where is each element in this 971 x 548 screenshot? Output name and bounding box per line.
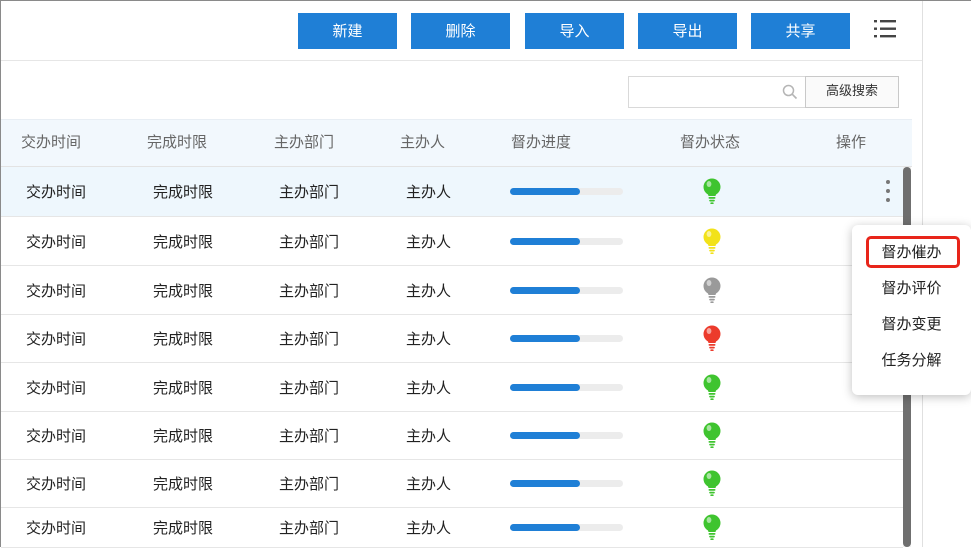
cell-assign-time: 交办时间	[26, 330, 87, 348]
cell-assign-time: 交办时间	[26, 183, 87, 201]
table-row[interactable]: 交办时间 完成时限 主办部门 主办人	[1, 412, 903, 460]
status-bulb-icon	[703, 374, 721, 400]
table-row[interactable]: 交办时间 完成时限 主办部门 主办人	[1, 167, 903, 217]
cell-owner: 主办人	[406, 475, 452, 493]
progress-fill	[510, 384, 581, 391]
header-department[interactable]: 主办部门	[274, 120, 334, 168]
app-window: 新建 删除 导入 导出 共享 高级搜索 交办时间 完成时限 主办部门 主办人 督…	[0, 0, 971, 548]
table-row[interactable]: 交办时间 完成时限 主办部门 主办人	[1, 363, 903, 412]
cell-deadline: 完成时限	[153, 282, 214, 300]
cell-department: 主办部门	[279, 427, 340, 445]
search-field	[628, 76, 806, 108]
progress-fill	[510, 188, 581, 195]
cell-department: 主办部门	[279, 330, 340, 348]
menu-item-urge[interactable]: 督办催办	[852, 236, 971, 268]
cell-department: 主办部门	[279, 282, 340, 300]
progress-fill	[510, 287, 581, 294]
cell-department: 主办部门	[279, 183, 340, 201]
cell-deadline: 完成时限	[153, 379, 214, 397]
progress-bar	[510, 188, 623, 195]
progress-bar	[510, 384, 623, 391]
header-progress[interactable]: 督办进度	[511, 120, 571, 168]
export-button[interactable]: 导出	[638, 13, 737, 49]
cell-owner: 主办人	[406, 519, 452, 537]
cell-owner: 主办人	[406, 379, 452, 397]
cell-assign-time: 交办时间	[26, 519, 87, 537]
delete-button[interactable]: 删除	[411, 13, 510, 49]
status-bulb-icon	[703, 514, 721, 540]
new-button[interactable]: 新建	[298, 13, 397, 49]
more-actions-icon[interactable]	[884, 179, 892, 203]
progress-fill	[510, 238, 581, 245]
cell-assign-time: 交办时间	[26, 282, 87, 300]
table-row[interactable]: 交办时间 完成时限 主办部门 主办人	[1, 266, 903, 315]
status-bulb-icon	[703, 325, 721, 351]
advanced-search-button[interactable]: 高级搜索	[805, 76, 899, 108]
table-header: 交办时间 完成时限 主办部门 主办人 督办进度 督办状态 操作	[1, 119, 912, 167]
cell-department: 主办部门	[279, 475, 340, 493]
main-panel: 新建 删除 导入 导出 共享 高级搜索 交办时间 完成时限 主办部门 主办人 督…	[1, 1, 922, 548]
cell-assign-time: 交办时间	[26, 427, 87, 445]
status-bulb-icon	[703, 422, 721, 448]
header-status[interactable]: 督办状态	[680, 120, 740, 168]
cell-owner: 主办人	[406, 330, 452, 348]
cell-deadline: 完成时限	[153, 183, 214, 201]
cell-deadline: 完成时限	[153, 233, 214, 251]
cell-department: 主办部门	[279, 233, 340, 251]
share-button[interactable]: 共享	[751, 13, 850, 49]
cell-deadline: 完成时限	[153, 427, 214, 445]
table-row[interactable]: 交办时间 完成时限 主办部门 主办人	[1, 315, 903, 363]
status-bulb-icon	[703, 470, 721, 496]
import-button[interactable]: 导入	[525, 13, 624, 49]
cell-owner: 主办人	[406, 427, 452, 445]
menu-item-decompose[interactable]: 任务分解	[852, 344, 971, 376]
header-deadline[interactable]: 完成时限	[147, 120, 207, 168]
action-menu: 督办催办 督办评价 督办变更 任务分解	[852, 225, 971, 395]
cell-owner: 主办人	[406, 233, 452, 251]
progress-bar	[510, 432, 623, 439]
cell-deadline: 完成时限	[153, 330, 214, 348]
cell-owner: 主办人	[406, 282, 452, 300]
cell-deadline: 完成时限	[153, 519, 214, 537]
cell-deadline: 完成时限	[153, 475, 214, 493]
status-bulb-icon	[703, 277, 721, 303]
menu-item-evaluate[interactable]: 督办评价	[852, 272, 971, 304]
cell-assign-time: 交办时间	[26, 475, 87, 493]
search-bar: 高级搜索	[1, 62, 922, 119]
table-row[interactable]: 交办时间 完成时限 主办部门 主办人	[1, 460, 903, 508]
cell-department: 主办部门	[279, 379, 340, 397]
header-assign-time[interactable]: 交办时间	[21, 120, 81, 168]
search-input[interactable]	[629, 77, 779, 107]
list-menu-icon[interactable]	[874, 19, 896, 39]
cell-assign-time: 交办时间	[26, 379, 87, 397]
table-row[interactable]: 交办时间 完成时限 主办部门 主办人	[1, 217, 903, 266]
progress-bar	[510, 287, 623, 294]
cell-department: 主办部门	[279, 519, 340, 537]
progress-bar	[510, 335, 623, 342]
progress-fill	[510, 524, 581, 531]
menu-item-change[interactable]: 督办变更	[852, 308, 971, 340]
progress-fill	[510, 432, 581, 439]
search-icon[interactable]	[782, 84, 798, 100]
status-bulb-icon	[703, 178, 721, 204]
toolbar: 新建 删除 导入 导出 共享	[1, 1, 922, 61]
progress-fill	[510, 480, 581, 487]
progress-bar	[510, 480, 623, 487]
progress-fill	[510, 335, 581, 342]
table-row[interactable]: 交办时间 完成时限 主办部门 主办人	[1, 508, 903, 548]
status-bulb-icon	[703, 228, 721, 254]
progress-bar	[510, 524, 623, 531]
progress-bar	[510, 238, 623, 245]
cell-owner: 主办人	[406, 183, 452, 201]
cell-assign-time: 交办时间	[26, 233, 87, 251]
header-owner[interactable]: 主办人	[400, 120, 445, 168]
header-actions: 操作	[836, 133, 867, 151]
